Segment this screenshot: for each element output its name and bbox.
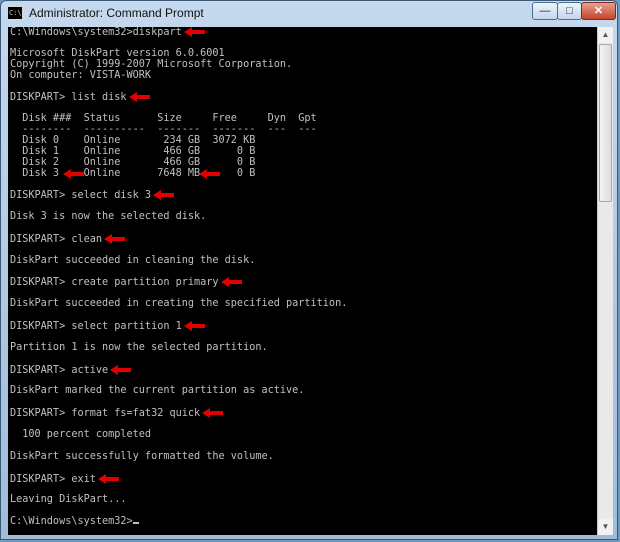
console-line-text: DISKPART> clean [10, 233, 103, 245]
console-line: 100 percent completed [10, 428, 597, 441]
console-line-text: On computer: VISTA-WORK [10, 69, 152, 81]
vertical-scrollbar[interactable]: ▲ ▼ [597, 27, 613, 535]
console-line-text: DiskPart succeeded in cleaning the disk. [10, 254, 256, 266]
console-line-text: DISKPART> select disk 3 [10, 190, 152, 202]
console-text: C:\Windows\system32>diskpart Microsoft Di… [8, 27, 597, 528]
red-arrow-icon [110, 364, 132, 375]
red-arrow-icon [128, 92, 150, 103]
console-output[interactable]: C:\Windows\system32>diskpart Microsoft Di… [8, 27, 597, 535]
red-arrow-icon [220, 277, 242, 288]
console-line-text: Disk 2 Online 466 GB 0 B [10, 156, 256, 168]
command-prompt-window: C:\ Administrator: Command Prompt — □ ✕ … [0, 0, 618, 540]
console-line-text: DISKPART> exit [10, 473, 96, 485]
console-line: On computer: VISTA-WORK [10, 69, 597, 82]
console-line-text: Disk ### Status Size Free Dyn Gpt [10, 113, 317, 125]
red-arrow-icon [183, 27, 205, 37]
close-button[interactable]: ✕ [581, 2, 616, 20]
console-line-text: DISKPART> active [10, 364, 109, 376]
console-line: DISKPART> clean [10, 233, 597, 245]
console-line-text: C:\Windows\system32>diskpart [10, 27, 182, 38]
red-arrow-icon [202, 408, 224, 419]
red-arrow-icon [97, 473, 119, 484]
console-line: Partition 1 is now the selected partitio… [10, 341, 597, 354]
console-line: DiskPart succeeded in creating the speci… [10, 298, 597, 310]
console-line-text: DISKPART> list disk [10, 92, 127, 104]
console-line-text: Disk 3 is now the selected disk. [10, 211, 207, 223]
console-line: DISKPART> format fs=fat32 quick [10, 408, 597, 419]
red-arrow-icon [183, 321, 205, 332]
console-line-text: 100 percent completed [10, 428, 152, 440]
title-bar[interactable]: C:\ Administrator: Command Prompt — □ ✕ [1, 1, 617, 27]
console-line-text: DISKPART> select partition 1 [10, 321, 182, 333]
console-line: DISKPART> select partition 1 [10, 321, 597, 332]
red-arrow-icon [63, 168, 85, 179]
console-line-text: DiskPart succeeded in creating the speci… [10, 298, 348, 310]
maximize-button[interactable]: □ [557, 2, 582, 20]
console-line-text: DiskPart marked the current partition as… [10, 385, 305, 397]
console-line-text: DISKPART> create partition primary [10, 277, 219, 289]
console-line-text: DiskPart successfully formatted the volu… [10, 450, 274, 462]
console-line: Leaving DiskPart... [10, 494, 597, 506]
console-line-text: DISKPART> format fs=fat32 quick [10, 408, 201, 420]
console-line-text: Disk 0 Online 234 GB 3072 KB [10, 134, 256, 146]
red-arrow-icon [199, 168, 221, 179]
console-line: DISKPART> list disk [10, 92, 597, 103]
console-line-text: Partition 1 is now the selected partitio… [10, 341, 268, 353]
console-line: C:\Windows\system32> [10, 516, 597, 528]
scroll-down-icon[interactable]: ▼ [598, 519, 613, 535]
scroll-thumb[interactable] [599, 44, 612, 202]
text-cursor [132, 522, 139, 525]
window-title: Administrator: Command Prompt [29, 6, 204, 20]
console-line-text: Microsoft DiskPart version 6.0.6001 [10, 47, 225, 59]
console-line: DiskPart succeeded in cleaning the disk. [10, 254, 597, 267]
console-line-text: Copyright (C) 1999-2007 Microsoft Corpor… [10, 58, 293, 70]
red-arrow-icon [153, 190, 175, 201]
console-line: DISKPART> active [10, 364, 597, 376]
console-line: DISKPART> select disk 3 [10, 190, 597, 201]
console-line: DiskPart marked the current partition as… [10, 385, 597, 397]
console-line: DISKPART> create partition primary [10, 277, 597, 288]
console-line: C:\Windows\system32>diskpart [10, 27, 597, 38]
console-line: Disk 3 Online 7648 MB 0 B [10, 168, 597, 180]
console-line-text: Disk 1 Online 466 GB 0 B [10, 145, 256, 157]
console-line-text: -------- ---------- ------- ------- --- … [10, 124, 317, 136]
console-line: DISKPART> exit [10, 473, 597, 485]
console-line-text: C:\Windows\system32> [10, 516, 133, 528]
scroll-up-icon[interactable]: ▲ [598, 27, 613, 43]
red-arrow-icon [104, 233, 126, 244]
minimize-button[interactable]: — [532, 2, 558, 20]
command-prompt-icon[interactable]: C:\ [7, 6, 23, 20]
console-line-text: Leaving DiskPart... [10, 494, 127, 506]
console-line: Disk 3 is now the selected disk. [10, 211, 597, 223]
console-line: DiskPart successfully formatted the volu… [10, 450, 597, 463]
